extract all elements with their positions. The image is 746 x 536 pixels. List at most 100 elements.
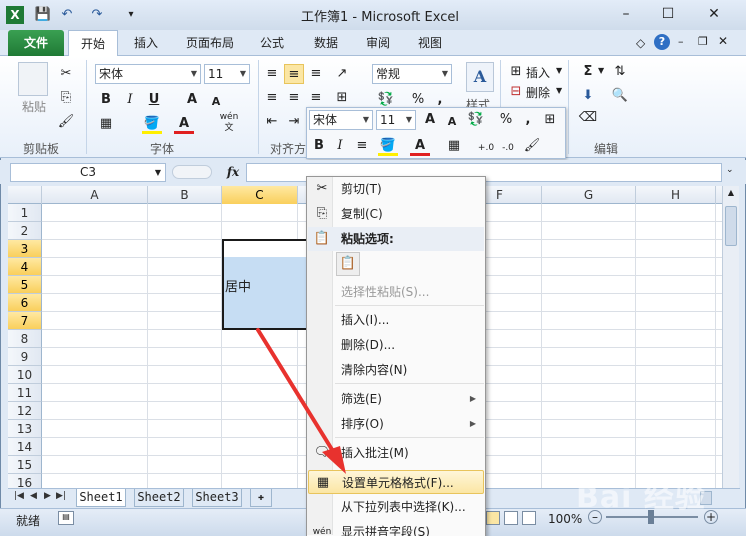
align-top-icon[interactable]: ≡ [262,64,282,84]
align-left-icon[interactable]: ≡ [262,88,282,108]
column-header-a[interactable]: A [42,186,148,204]
delete-cells-icon[interactable]: ⊟ [506,82,526,102]
format-painter-icon[interactable]: 🖌 [56,112,76,132]
font-color-button[interactable]: A [174,114,194,134]
mini-shrink-font-button[interactable]: A [442,112,462,132]
row-header-9[interactable]: 9 [8,348,42,366]
expand-formula-bar-icon[interactable]: ⌄ [726,165,734,175]
tab-data[interactable]: 数据 [304,30,348,56]
align-center-icon[interactable]: ≡ [284,88,304,108]
save-icon[interactable]: 💾 [34,5,52,25]
maximize-button[interactable]: ☐ [648,2,688,26]
menu-item-paste-special[interactable]: 选择性粘贴(S)... [308,280,484,304]
page-break-view-icon[interactable] [522,511,536,525]
chevron-down-icon[interactable]: ▼ [556,86,562,95]
prev-sheet-icon[interactable]: ◀ [30,491,37,501]
name-box[interactable]: C3 ▼ [10,163,166,182]
copy-icon[interactable]: ⎘ [56,88,76,108]
mini-font-color-icon[interactable]: A [410,136,430,156]
chevron-down-icon[interactable]: ▼ [598,66,604,75]
close-button[interactable]: ✕ [694,2,734,26]
menu-item-delete[interactable]: 删除(D)... [308,333,484,357]
row-header-12[interactable]: 12 [8,402,42,420]
macro-record-icon[interactable]: ▤ [58,511,74,525]
tab-review[interactable]: 审阅 [356,30,400,56]
font-size-combo[interactable]: 11 ▼ [204,64,250,84]
clear-icon[interactable]: ⌫ [578,108,598,128]
mini-font-size-combo[interactable]: 11 ▼ [376,110,416,130]
row-header-1[interactable]: 1 [8,204,42,222]
insert-function-button[interactable]: fx [222,163,244,182]
doc-restore-icon[interactable]: ❐ [698,35,708,48]
increase-indent-icon[interactable]: ⇥ [284,112,304,132]
bold-button[interactable]: B [96,90,116,110]
scrollbar-thumb[interactable] [725,206,737,246]
mini-format-painter-icon[interactable]: 🖌 [522,136,542,156]
fill-color-icon[interactable]: 🪣 [142,114,162,134]
shrink-font-button[interactable]: A [206,92,226,112]
mini-borders-icon[interactable]: ▦ [444,136,464,156]
menu-item-pick-from-list[interactable]: 从下拉列表中选择(K)... [308,495,484,519]
select-all-corner[interactable] [8,186,42,204]
formula-bar-splitter[interactable] [172,165,212,179]
row-header-2[interactable]: 2 [8,222,42,240]
menu-item-insert[interactable]: 插入(I)... [308,308,484,332]
row-header-7[interactable]: 7 [8,312,42,330]
undo-icon[interactable]: ↶ [58,5,76,25]
mini-italic-button[interactable]: I [330,136,350,156]
paste-button-label[interactable]: 粘贴 [16,98,52,115]
align-middle-icon[interactable]: ≡ [284,64,304,84]
minimize-button[interactable]: – [606,2,646,26]
first-sheet-icon[interactable]: |◀ [14,491,24,501]
row-header-6[interactable]: 6 [8,294,42,312]
tab-insert[interactable]: 插入 [124,30,168,56]
mini-decrease-decimal-button[interactable]: -.0 [498,138,518,158]
insert-cells-icon[interactable]: ⊞ [506,62,526,82]
row-header-16[interactable]: 16 [8,474,42,488]
mini-bold-button[interactable]: B [309,136,329,156]
mini-comma-button[interactable]: , [518,110,538,130]
row-header-5[interactable]: 5 [8,276,42,294]
doc-minimize-icon[interactable]: – [678,35,684,48]
mini-merge-icon[interactable]: ⊞ [540,110,560,130]
number-format-combo[interactable]: 常规 ▼ [372,64,452,84]
underline-button[interactable]: U [144,90,164,110]
phonetic-icon[interactable]: wén 文 [214,112,244,133]
align-bottom-icon[interactable]: ≡ [306,64,326,84]
align-right-icon[interactable]: ≡ [306,88,326,108]
delete-cells-button[interactable]: 删除 [526,84,550,101]
borders-icon[interactable]: ▦ [96,114,116,134]
menu-item-cut[interactable]: ✂ 剪切(T) [308,177,484,201]
mini-increase-decimal-button[interactable]: +.0 [476,138,496,158]
column-header-h[interactable]: H [636,186,716,204]
column-header-g[interactable]: G [542,186,636,204]
chevron-down-icon[interactable]: ▼ [556,66,562,75]
orientation-icon[interactable]: ↗ [332,64,352,84]
menu-item-clear-contents[interactable]: 清除内容(N) [308,358,484,382]
customize-quick-access-icon[interactable]: ▾ [122,5,140,25]
menu-item-format-cells[interactable]: ▦ 设置单元格格式(F)... [308,470,484,494]
menu-item-show-phonetic[interactable]: wén 显示拼音字段(S) [308,520,484,536]
page-layout-view-icon[interactable] [504,511,518,525]
grow-font-button[interactable]: A [182,90,202,110]
autosum-button[interactable]: Σ [578,62,598,82]
mini-align-button[interactable]: ≡ [352,136,372,156]
mini-fill-color-icon[interactable]: 🪣 [378,136,398,156]
paste-icon[interactable] [18,62,48,96]
find-select-icon[interactable]: 🔍 [610,86,630,106]
cut-icon[interactable]: ✂ [56,64,76,84]
zoom-in-button[interactable]: + [704,510,718,524]
mini-currency-icon[interactable]: 💱 [466,110,486,130]
redo-icon[interactable]: ↷ [88,5,106,25]
column-header-c[interactable]: C [222,186,298,204]
next-sheet-icon[interactable]: ▶ [44,491,51,501]
paste-option-icon[interactable]: 📋 [336,252,360,276]
mini-percent-button[interactable]: % [496,110,516,130]
tab-view[interactable]: 视图 [408,30,452,56]
scroll-up-icon[interactable]: ▲ [725,188,737,204]
insert-cells-button[interactable]: 插入 [526,64,550,81]
fill-icon[interactable]: ⬇ [578,86,598,106]
styles-icon[interactable]: A [466,62,494,92]
normal-view-icon[interactable] [486,511,500,525]
row-header-11[interactable]: 11 [8,384,42,402]
